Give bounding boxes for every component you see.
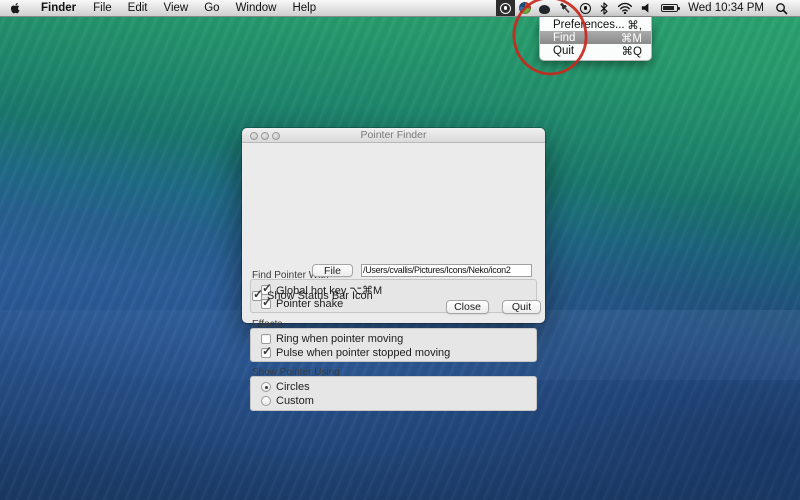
status-menu: Preferences... ⌘, Find ⌘M Quit ⌘Q	[539, 17, 652, 61]
group-box-show-pointer-using: Circles Custom	[250, 376, 537, 411]
minimize-window-button[interactable]	[261, 132, 269, 140]
checkbox-icon: ✓	[261, 348, 271, 358]
check-mark-icon: ✓	[262, 344, 272, 358]
menu-view[interactable]: View	[156, 0, 197, 16]
flashlight-menu-extra[interactable]	[554, 0, 576, 16]
battery-icon	[661, 4, 678, 12]
quit-button[interactable]: Quit	[502, 300, 541, 314]
custom-icon-path-field[interactable]: /Users/cvallis/Pictures/Icons/Neko/icon2	[361, 264, 532, 277]
dark-animal-icon	[539, 5, 550, 14]
volume-menu-extra[interactable]	[637, 0, 657, 16]
bluetooth-menu-extra[interactable]	[595, 0, 613, 16]
wifi-menu-extra[interactable]	[613, 0, 637, 16]
apple-menu[interactable]	[10, 2, 23, 15]
menu-item-quit[interactable]: Quit ⌘Q	[540, 44, 651, 57]
close-window-button[interactable]	[250, 132, 258, 140]
radio-circles[interactable]: Circles	[261, 381, 536, 393]
menu-edit[interactable]: Edit	[120, 0, 156, 16]
bluetooth-icon	[599, 2, 609, 15]
checkbox-pulse-when-stopped[interactable]: ✓ Pulse when pointer stopped moving	[261, 347, 536, 359]
menu-bar-clock[interactable]: Wed 10:34 PM	[682, 2, 771, 14]
menu-item-find[interactable]: Find ⌘M	[540, 31, 651, 44]
spotlight-menu-extra[interactable]	[771, 0, 792, 16]
menu-go[interactable]: Go	[196, 0, 227, 16]
volume-icon	[641, 2, 653, 14]
flashlight-icon	[558, 1, 572, 15]
menu-item-label: Quit	[553, 45, 574, 57]
menu-item-shortcut: ⌘M	[621, 31, 642, 45]
battery-menu-extra[interactable]	[657, 0, 682, 16]
menu-file[interactable]: File	[85, 0, 120, 16]
target-menu-extra[interactable]	[576, 0, 595, 16]
menu-finder[interactable]: Finder	[32, 0, 85, 16]
radio-button-icon	[261, 382, 271, 392]
checkbox-label: Show Status Bar Icon	[267, 290, 373, 302]
spotlight-icon	[775, 2, 788, 15]
close-button[interactable]: Close	[446, 300, 489, 314]
menu-item-preferences[interactable]: Preferences... ⌘,	[540, 18, 651, 31]
radio-button-icon	[261, 396, 271, 406]
radio-custom[interactable]: Custom	[261, 395, 536, 407]
radio-label: Circles	[276, 381, 310, 393]
checkbox-icon	[261, 334, 271, 344]
menu-window[interactable]: Window	[228, 0, 285, 16]
check-mark-icon: ✓	[253, 287, 263, 301]
checkbox-label: Ring when pointer moving	[276, 333, 403, 345]
pointer-finder-window: Pointer Finder Find Pointer With ✓ Globa…	[242, 128, 545, 323]
window-title: Pointer Finder	[242, 129, 545, 141]
checkbox-ring-when-moving[interactable]: Ring when pointer moving	[261, 333, 536, 345]
pointer-finder-menu-extra[interactable]	[496, 0, 515, 16]
menu-item-shortcut: ⌘,	[627, 18, 642, 32]
dark-app-menu-extra[interactable]	[535, 0, 554, 16]
wifi-icon	[617, 2, 633, 14]
colored-sphere-icon	[519, 2, 531, 14]
file-button[interactable]: File	[312, 264, 353, 277]
menu-item-label: Find	[553, 32, 575, 44]
checkbox-show-status-bar-icon[interactable]: ✓ Show Status Bar Icon	[252, 290, 373, 302]
checkbox-icon: ✓	[252, 291, 262, 301]
menu-bar: Finder File Edit View Go Window Help	[0, 0, 800, 17]
checkbox-label: Pulse when pointer stopped moving	[276, 347, 450, 359]
menu-help[interactable]: Help	[284, 0, 324, 16]
target-icon	[580, 3, 591, 14]
colored-sphere-menu-extra[interactable]	[515, 0, 535, 16]
pointer-finder-target-icon	[500, 3, 511, 14]
radio-label: Custom	[276, 395, 314, 407]
window-title-bar[interactable]: Pointer Finder	[242, 128, 545, 143]
menu-item-label: Preferences...	[553, 19, 625, 31]
menu-item-shortcut: ⌘Q	[622, 44, 642, 58]
zoom-window-button[interactable]	[272, 132, 280, 140]
group-box-effects: Ring when pointer moving ✓ Pulse when po…	[250, 328, 537, 362]
apple-icon	[10, 2, 21, 15]
